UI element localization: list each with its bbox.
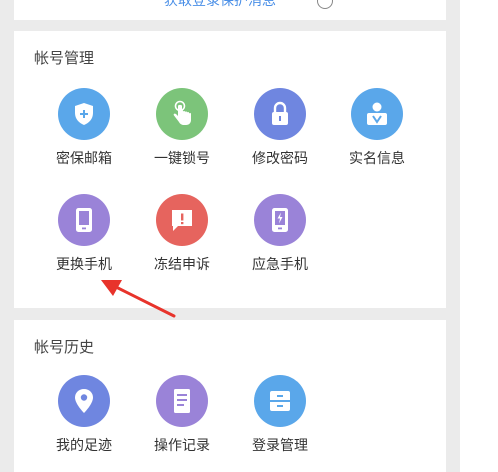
emergency-phone-icon <box>254 194 306 246</box>
login-management-button[interactable]: 登录管理 <box>235 375 325 455</box>
change-password-button[interactable]: 修改密码 <box>235 88 325 168</box>
my-footprint-button[interactable]: 我的足迹 <box>39 375 129 455</box>
item-label: 一键锁号 <box>154 151 210 167</box>
location-pin-icon <box>58 375 110 427</box>
one-click-lock-button[interactable]: 一键锁号 <box>137 88 227 168</box>
item-label: 操作记录 <box>154 438 210 454</box>
freeze-appeal-button[interactable]: 冻结申诉 <box>137 194 227 274</box>
item-label: 修改密码 <box>252 151 308 167</box>
login-protection-card: 获取登录保护消息 <box>14 0 446 20</box>
shield-plus-icon <box>58 88 110 140</box>
account-history-section: 帐号历史 我的足迹 操作记录 登录管理 <box>14 320 446 472</box>
item-label: 实名信息 <box>349 151 405 167</box>
secure-email-button[interactable]: 密保邮箱 <box>39 88 129 168</box>
tap-hand-icon <box>156 88 208 140</box>
item-label: 应急手机 <box>252 257 308 273</box>
alert-bubble-icon <box>156 194 208 246</box>
phone-icon <box>58 194 110 246</box>
operation-record-button[interactable]: 操作记录 <box>137 375 227 455</box>
item-label: 密保邮箱 <box>56 151 112 167</box>
document-icon <box>156 375 208 427</box>
lock-icon <box>254 88 306 140</box>
annotation-arrow <box>101 280 176 318</box>
help-icon[interactable] <box>317 0 333 9</box>
account-management-section: 帐号管理 密保邮箱 一键锁号 修改密码 实名信息 更换手机 冻结申诉 应急手机 <box>14 31 446 308</box>
item-label: 更换手机 <box>56 257 112 273</box>
change-phone-button[interactable]: 更换手机 <box>39 194 129 274</box>
item-label: 登录管理 <box>252 438 308 454</box>
section-title: 帐号管理 <box>34 49 95 67</box>
drawer-icon <box>254 375 306 427</box>
id-card-icon <box>351 88 403 140</box>
real-name-info-button[interactable]: 实名信息 <box>332 88 422 168</box>
section-title: 帐号历史 <box>34 338 95 356</box>
item-label: 我的足迹 <box>56 438 112 454</box>
item-label: 冻结申诉 <box>154 257 210 273</box>
login-protection-link[interactable]: 获取登录保护消息 <box>164 0 276 10</box>
emergency-phone-button[interactable]: 应急手机 <box>235 194 325 274</box>
